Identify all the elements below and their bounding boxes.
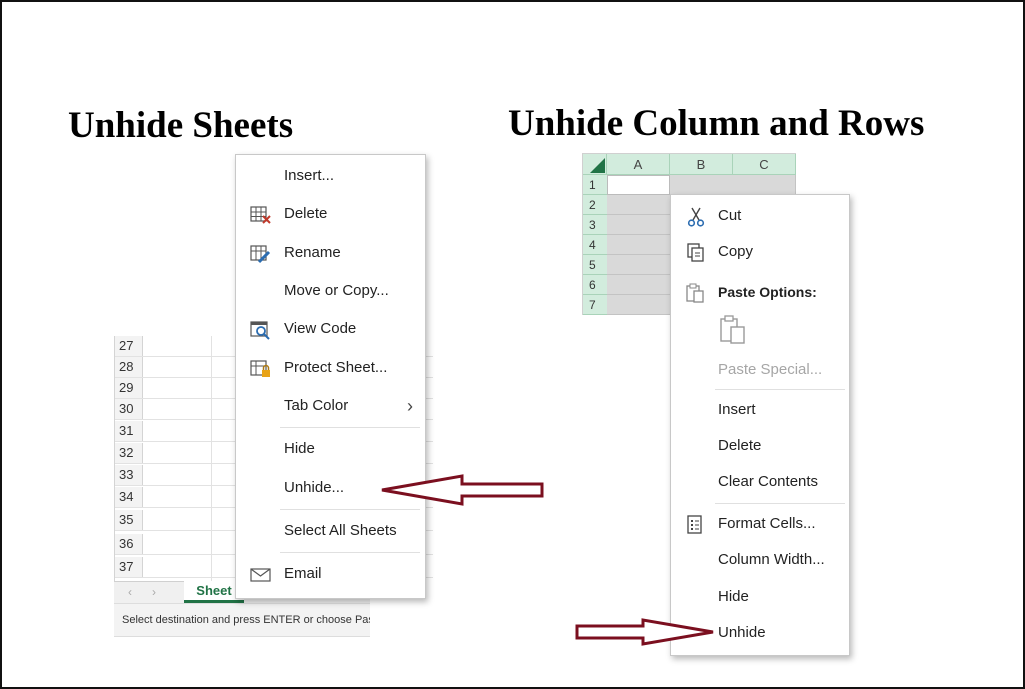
menu-item-format-cells[interactable]: Format Cells... (671, 509, 849, 539)
row-header[interactable]: 1 (583, 175, 607, 195)
menu-item-paste-special[interactable]: Paste Special... (671, 355, 849, 385)
menu-item-label: Unhide (718, 624, 766, 641)
menu-item-label: Hide (718, 588, 749, 605)
menu-item-select-all-sheets[interactable]: Select All Sheets (236, 516, 425, 546)
menu-item-protect-sheet[interactable]: Protect Sheet... (236, 353, 425, 383)
menu-item-label: Protect Sheet... (284, 359, 388, 376)
left-pointer-arrow (381, 474, 544, 506)
menu-item-label: Tab Color (284, 397, 349, 414)
cell-a1[interactable] (607, 175, 670, 195)
menu-item-insert[interactable]: Insert (671, 395, 849, 425)
row-number[interactable]: 37 (115, 557, 143, 577)
menu-item-label: Unhide... (284, 479, 345, 496)
status-bar-text: Select destination and press ENTER or ch… (114, 603, 370, 637)
row-header[interactable]: 5 (583, 255, 607, 275)
menu-item-view-code[interactable]: View Code (236, 314, 425, 344)
menu-item-label: Paste Options: (718, 284, 817, 300)
row-number[interactable]: 31 (115, 421, 143, 441)
row-header[interactable]: 6 (583, 275, 607, 295)
selected-cells[interactable] (670, 175, 796, 195)
column-header-a[interactable]: A (607, 154, 670, 175)
menu-item-label: Move or Copy... (284, 282, 389, 299)
menu-item-column-width[interactable]: Column Width... (671, 545, 849, 575)
email-icon (250, 565, 272, 585)
row-header[interactable]: 7 (583, 295, 607, 315)
menu-item-label: Copy (718, 243, 754, 260)
menu-separator (280, 509, 420, 510)
view-code-icon (250, 320, 272, 340)
menu-item-delete[interactable]: Delete (236, 199, 425, 229)
row-number[interactable]: 35 (115, 510, 143, 530)
row-number[interactable]: 27 (115, 336, 143, 356)
menu-item-email[interactable]: Email (236, 559, 425, 589)
row-number[interactable]: 33 (115, 465, 143, 485)
row-number[interactable]: 29 (115, 378, 143, 398)
menu-item-label: Delete (284, 205, 328, 222)
menu-item-label: Column Width... (718, 551, 825, 568)
row-header[interactable]: 4 (583, 235, 607, 255)
protect-sheet-icon (250, 359, 272, 379)
menu-item-label: Format Cells... (718, 515, 816, 532)
menu-separator (280, 427, 420, 428)
menu-item-label: Delete (718, 437, 762, 454)
menu-item-cut[interactable]: Cut (671, 201, 849, 231)
menu-item-label: Insert... (284, 167, 335, 184)
column-header-b[interactable]: B (670, 154, 733, 175)
menu-item-label: Select All Sheets (284, 522, 397, 539)
menu-item-move-copy[interactable]: Move or Copy... (236, 276, 425, 306)
rename-sheet-icon (250, 244, 272, 264)
clipboard-icon (685, 283, 707, 303)
menu-item-label: Paste Special... (718, 361, 823, 378)
sheet-tab-context-menu: Insert... Delete Rename Move or Copy... … (235, 154, 426, 599)
cell-context-menu: Cut Copy Paste Options: Paste Special...… (670, 194, 850, 656)
row-number[interactable]: 28 (115, 357, 143, 377)
column-header-c[interactable]: C (733, 154, 796, 175)
menu-separator (715, 503, 845, 504)
menu-item-tab-color[interactable]: Tab Color › (236, 391, 425, 421)
menu-item-label: Insert (718, 401, 756, 418)
menu-item-delete[interactable]: Delete (671, 431, 849, 461)
menu-item-label: Clear Contents (718, 473, 819, 490)
row-number[interactable]: 36 (115, 534, 143, 554)
heading-unhide-sheets: Unhide Sheets (68, 105, 294, 146)
row-number[interactable]: 30 (115, 399, 143, 419)
clipboard-icon (719, 315, 747, 349)
menu-item-label: Cut (718, 207, 742, 224)
menu-item-hide[interactable]: Hide (671, 582, 849, 612)
scissors-icon (685, 207, 707, 227)
row-number[interactable]: 34 (115, 487, 143, 507)
menu-item-insert[interactable]: Insert... (236, 161, 425, 191)
menu-separator (715, 389, 845, 390)
tab-scroll-left-button[interactable]: ‹ (128, 585, 132, 599)
row-header[interactable]: 2 (583, 195, 607, 215)
menu-separator (280, 552, 420, 553)
paste-options-header: Paste Options: (671, 277, 849, 307)
menu-item-rename[interactable]: Rename (236, 238, 425, 268)
delete-sheet-icon (250, 205, 272, 225)
chevron-right-icon: › (407, 396, 413, 416)
heading-unhide-columns-rows: Unhide Column and Rows (508, 103, 925, 144)
paste-button[interactable] (719, 315, 747, 345)
menu-item-label: Hide (284, 440, 315, 457)
select-all-corner[interactable] (583, 154, 607, 175)
menu-item-label: Email (284, 565, 322, 582)
tab-scroll-right-button[interactable]: › (152, 585, 156, 599)
copy-icon (685, 243, 707, 263)
menu-item-label: Rename (284, 244, 341, 261)
row-header[interactable]: 3 (583, 215, 607, 235)
menu-item-hide[interactable]: Hide (236, 434, 425, 464)
row-number[interactable]: 32 (115, 443, 143, 463)
menu-item-label: View Code (284, 320, 357, 337)
format-cells-icon (685, 515, 707, 535)
menu-item-copy[interactable]: Copy (671, 237, 849, 267)
menu-item-clear-contents[interactable]: Clear Contents (671, 467, 849, 497)
right-pointer-arrow (575, 618, 714, 646)
